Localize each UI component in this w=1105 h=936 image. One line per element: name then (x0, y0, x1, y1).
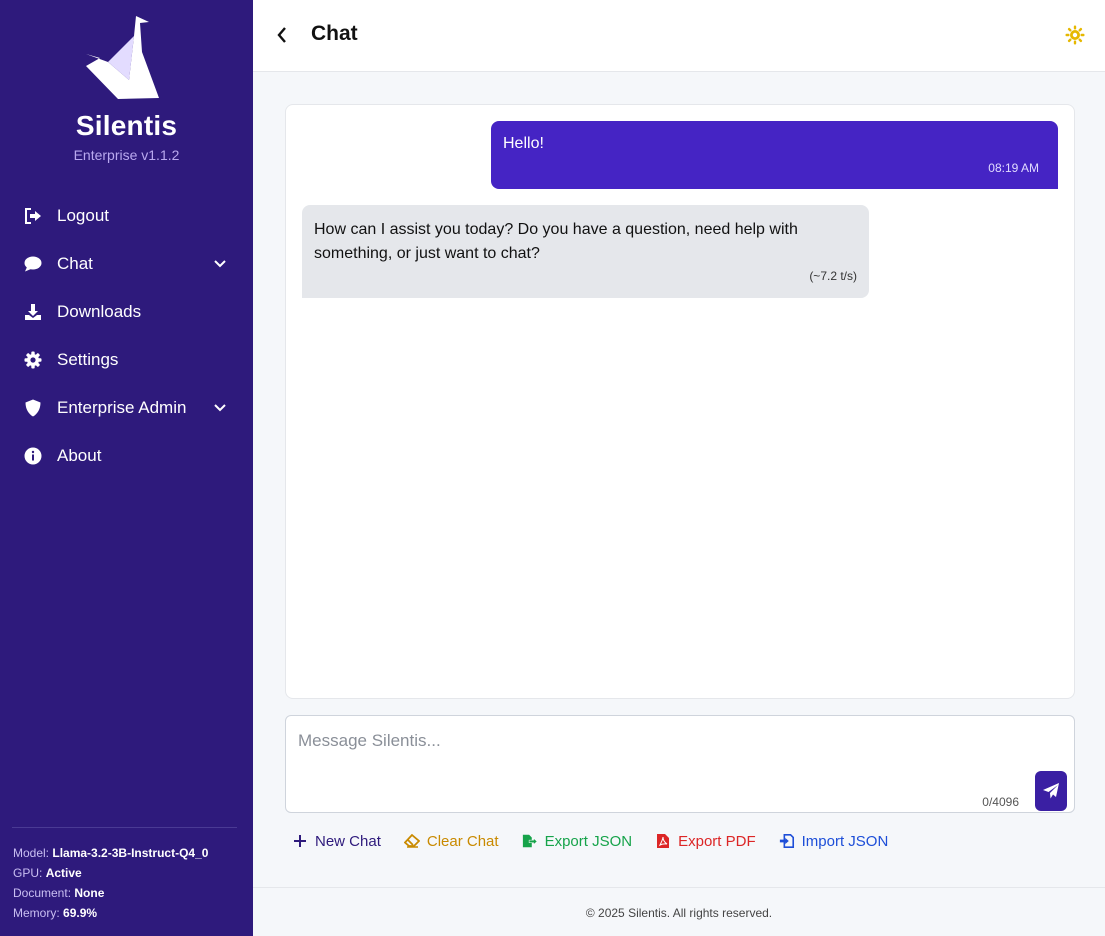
back-button[interactable] (271, 22, 293, 48)
chat-bubble-icon (24, 255, 42, 273)
assistant-message: How can I assist you today? Do you have … (302, 205, 869, 298)
logout-icon (24, 207, 42, 225)
chat-actions: New Chat Clear Chat Export JSON Export P… (292, 831, 911, 851)
sidebar-item-label: About (57, 446, 102, 465)
status-gpu: GPU: Active (13, 866, 82, 880)
download-icon (24, 303, 42, 321)
chevron-left-icon (277, 27, 286, 43)
message-input[interactable] (286, 716, 1074, 812)
export-pdf-button[interactable]: Export PDF (655, 833, 756, 850)
eraser-icon (403, 833, 420, 849)
sidebar-divider (12, 827, 237, 828)
brand-name: Silentis (75, 110, 178, 141)
sidebar-item-about[interactable]: About (0, 432, 253, 480)
message-text: Hello! (503, 135, 544, 152)
paper-plane-icon (1043, 783, 1059, 799)
plus-icon (292, 833, 308, 849)
footer: © 2025 Silentis. All rights reserved. (253, 887, 1105, 936)
sidebar-item-label: Logout (57, 206, 109, 225)
new-chat-button[interactable]: New Chat (292, 833, 381, 850)
import-json-button[interactable]: Import JSON (779, 832, 889, 850)
sidebar-item-enterprise-admin[interactable]: Enterprise Admin (0, 384, 253, 432)
message-timestamp: 08:19 AM (988, 161, 1039, 175)
sun-icon (1065, 25, 1085, 45)
swan-logo-icon (86, 16, 159, 99)
sidebar-item-label: Settings (57, 350, 119, 369)
status-model: Model: Llama-3.2-3B-Instruct-Q4_0 (13, 846, 209, 860)
sidebar-item-label: Chat (57, 254, 93, 273)
chevron-down-icon[interactable] (213, 257, 227, 271)
status-document: Document: None (13, 886, 105, 900)
sidebar-item-chat[interactable]: Chat (0, 240, 253, 288)
chat-messages[interactable]: Hello! 08:19 AM How can I assist you tod… (285, 104, 1075, 699)
chevron-down-icon[interactable] (213, 401, 227, 415)
sidebar-item-logout[interactable]: Logout (0, 192, 253, 240)
user-message: Hello! 08:19 AM (491, 121, 1058, 189)
message-input-container: 0/4096 (285, 715, 1075, 813)
sidebar-item-downloads[interactable]: Downloads (0, 288, 253, 336)
action-label: Import JSON (801, 832, 889, 850)
system-status: Model: Llama-3.2-3B-Instruct-Q4_0 GPU: A… (13, 843, 208, 923)
export-json-button[interactable]: Export JSON (522, 832, 633, 850)
token-rate: (~7.2 t/s) (809, 269, 857, 283)
status-memory: Memory: 69.9% (13, 906, 98, 920)
send-button[interactable] (1035, 771, 1067, 811)
app-version: Enterprise v1.1.2 (73, 147, 180, 163)
action-label: Export PDF (678, 832, 756, 850)
info-icon (24, 447, 42, 465)
shield-icon (24, 399, 42, 417)
file-import-icon (779, 833, 795, 849)
file-export-icon (522, 833, 538, 849)
copyright-text: © 2025 Silentis. All rights reserved. (585, 906, 773, 920)
message-text: How can I assist you today? Do you have … (314, 221, 798, 262)
action-label: New Chat (315, 832, 381, 850)
theme-toggle-button[interactable] (1065, 25, 1085, 45)
action-label: Export JSON (544, 832, 633, 850)
sidebar-item-settings[interactable]: Settings (0, 336, 253, 384)
sidebar-item-label: Downloads (57, 302, 142, 321)
top-header: Chat (253, 0, 1105, 72)
sidebar-item-label: Enterprise Admin (57, 398, 187, 417)
character-counter: 0/4096 (982, 795, 1019, 809)
gear-icon (24, 351, 42, 369)
action-label: Clear Chat (426, 832, 499, 850)
page-title: Chat (311, 22, 358, 45)
sidebar: Silentis Enterprise v1.1.2 Logout Chat D… (0, 0, 253, 936)
clear-chat-button[interactable]: Clear Chat (403, 832, 499, 850)
file-pdf-icon (655, 833, 671, 849)
sidebar-nav: Logout Chat Downloads Settings Enterpris… (0, 192, 253, 480)
